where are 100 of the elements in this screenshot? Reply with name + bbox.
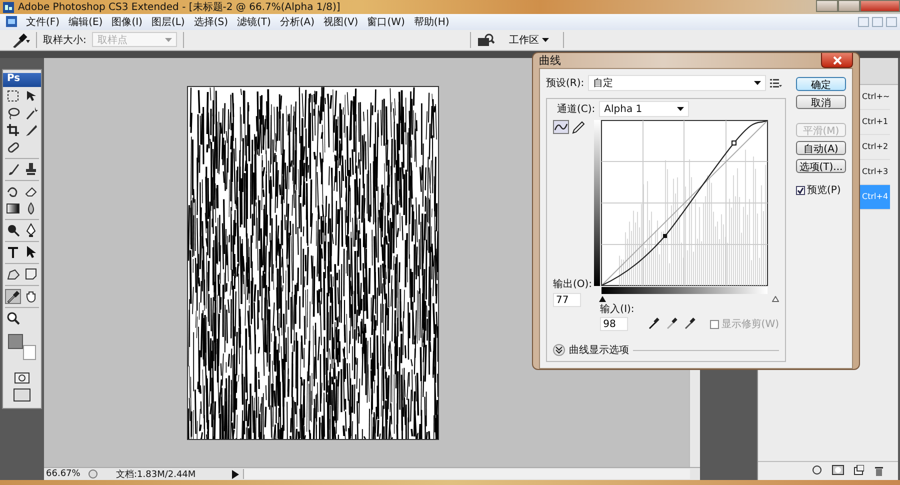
input-label: 输入(I): <box>600 302 634 316</box>
gradient-tool-icon <box>6 200 20 216</box>
horizontal-scrollbar[interactable] <box>243 469 690 480</box>
document-icon <box>6 16 17 28</box>
app-icon <box>3 2 14 12</box>
menu-item[interactable]: 帮助(H) <box>414 14 450 29</box>
healing-tool-icon <box>6 140 20 155</box>
curve-tool-button[interactable] <box>553 120 569 134</box>
foreground-color-swatch[interactable] <box>8 334 23 349</box>
close-icon <box>832 56 842 64</box>
eyedropper-button[interactable] <box>648 317 660 329</box>
quick-mask-icon <box>14 372 30 384</box>
preset-options-icon <box>770 78 782 88</box>
menu-item[interactable]: 视图(V) <box>324 14 358 29</box>
curve-graph[interactable] <box>601 120 768 286</box>
menu-item[interactable]: 窗口(W) <box>367 14 405 29</box>
menu-item[interactable]: 分析(A) <box>280 14 315 29</box>
hand-tool-icon <box>24 288 38 304</box>
zoom-level: 66.67% <box>46 469 82 480</box>
eyedropper-button[interactable] <box>684 317 696 329</box>
background-color-swatch[interactable] <box>23 344 36 360</box>
highlight-slider-icon <box>772 296 779 302</box>
tool-button[interactable] <box>5 266 21 282</box>
tool-button[interactable] <box>23 266 39 282</box>
eyedropper-icon <box>648 317 660 329</box>
output-field[interactable]: 77 <box>553 293 581 307</box>
marquee-tool-icon <box>6 88 20 104</box>
shortcut-label: Ctrl+2 <box>862 142 888 152</box>
tool-button[interactable] <box>23 162 39 177</box>
lasso-tool-icon <box>6 106 20 121</box>
tool-button[interactable] <box>5 310 21 326</box>
tool-button[interactable] <box>5 122 21 138</box>
shortcut-label: Ctrl+3 <box>862 167 888 176</box>
dotted-circle-icon <box>812 465 822 476</box>
mask-icon <box>832 465 844 476</box>
preset-label: 预设(R): <box>546 77 584 90</box>
eyedropper-button[interactable] <box>666 317 678 329</box>
dialog-button[interactable]: 确定 <box>796 77 846 91</box>
tool-button[interactable] <box>23 122 39 138</box>
pencil-icon <box>572 120 586 134</box>
shadow-slider-icon <box>599 296 606 302</box>
caret-icon <box>754 81 762 85</box>
checkbox[interactable] <box>796 186 805 194</box>
dialog-button[interactable]: 自动(A) <box>796 141 846 155</box>
channel-label: 通道(C): <box>557 102 596 116</box>
app-logo: Ps <box>3 72 41 87</box>
shortcut-label: Ctrl+1 <box>862 117 888 126</box>
caret-icon <box>677 107 684 111</box>
minimize-button[interactable] <box>816 0 838 12</box>
display-options-label: 曲线显示选项 <box>569 344 629 357</box>
channel-dropdown[interactable]: Alpha 1 <box>599 101 690 117</box>
menu-item[interactable]: 图层(L) <box>151 14 185 29</box>
play-arrow-icon <box>232 470 239 479</box>
window-title: Adobe Photoshop CS3 Extended - [未标题-2 @ 66.7%(Alpha 1/8)] <box>18 0 340 14</box>
tool-button[interactable] <box>5 200 21 216</box>
checkmark-icon <box>797 186 804 194</box>
slice-tool-icon <box>24 122 38 138</box>
menu-item[interactable]: 编辑(E) <box>68 14 103 29</box>
input-field[interactable]: 98 <box>600 317 628 331</box>
quick-mask-button[interactable] <box>14 372 30 384</box>
tool-button[interactable] <box>5 140 21 155</box>
double-chevron-icon <box>555 346 563 354</box>
preview-label: 预览(P) <box>807 184 841 197</box>
pen-tool-icon <box>24 222 38 238</box>
eyedropper-icon <box>684 317 696 329</box>
preset-dropdown[interactable]: 自定 <box>588 75 766 91</box>
crop-tool-icon <box>6 122 20 138</box>
dialog-title: 曲线 <box>539 53 561 68</box>
tool-button[interactable] <box>5 222 21 238</box>
dodge-tool-icon <box>6 222 20 238</box>
stamp-tool-icon <box>24 162 38 177</box>
dialog-button[interactable]: 选项(T)... <box>796 159 846 173</box>
workspace-button[interactable]: 工作区 <box>501 32 557 47</box>
maximize-button[interactable] <box>838 0 860 12</box>
sample-size-label: 取样大小: <box>43 34 86 47</box>
output-label: 输出(O): <box>553 278 592 291</box>
menu-item[interactable]: 滤镜(T) <box>236 14 271 29</box>
wand-tool-icon <box>24 106 38 121</box>
caret-icon <box>542 38 549 42</box>
menu-item[interactable]: 选择(S) <box>194 14 228 29</box>
tool-button[interactable] <box>5 288 21 304</box>
shortcut-label: Ctrl+4 <box>862 192 888 202</box>
tool-button[interactable] <box>5 244 21 260</box>
shape-tool-icon <box>6 266 20 282</box>
dialog-button[interactable]: 取消 <box>796 95 846 109</box>
close-button[interactable] <box>821 53 853 68</box>
menu-item[interactable]: 图像(I) <box>112 14 142 29</box>
shortcut-label: Ctrl+~ <box>862 92 890 102</box>
tool-button[interactable] <box>5 88 21 104</box>
curve-tool-button[interactable] <box>571 120 587 134</box>
new-channel-icon <box>854 465 864 476</box>
menu-item[interactable]: 文件(F) <box>26 14 60 29</box>
notes-tool-icon <box>24 266 38 282</box>
document-size: 文档:1.83M/2.44M <box>115 468 197 481</box>
trash-icon <box>874 464 884 476</box>
screen-mode-button[interactable] <box>13 388 31 402</box>
screen-mode-icon <box>477 32 495 47</box>
expand-button[interactable] <box>553 344 565 356</box>
eyedropper-tool-icon <box>6 288 20 304</box>
zoom-tool-icon <box>6 310 20 326</box>
